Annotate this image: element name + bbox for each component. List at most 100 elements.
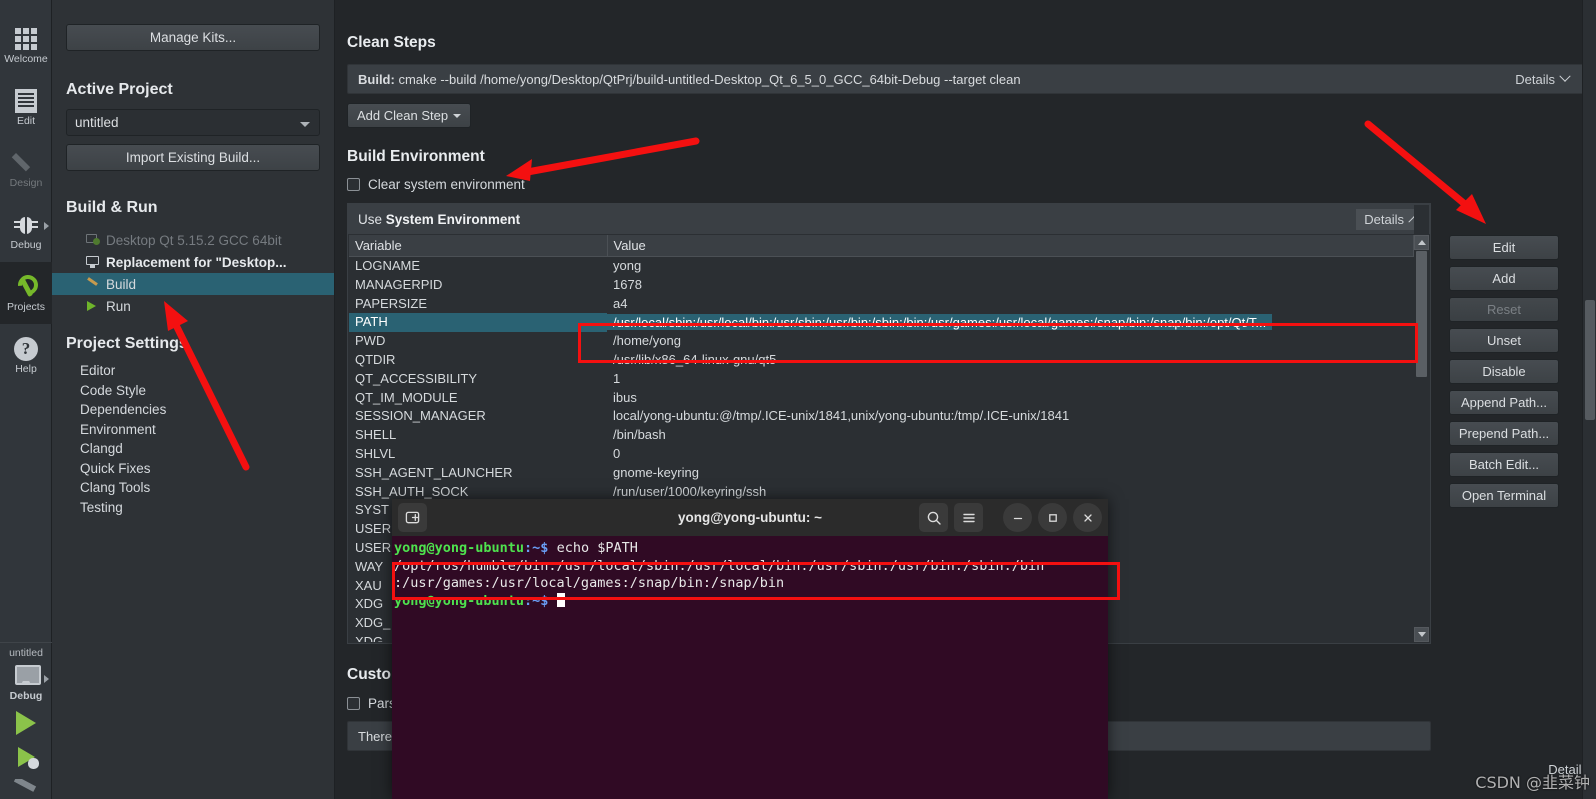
import-existing-build-button[interactable]: Import Existing Build...	[66, 144, 320, 171]
new-tab-icon[interactable]	[398, 503, 427, 532]
environment-table-scrollbar[interactable]	[1414, 205, 1429, 642]
settings-item-testing[interactable]: Testing	[66, 500, 320, 520]
clean-step-details-button[interactable]: Details	[1507, 69, 1577, 90]
mode-item-edit[interactable]: Edit	[0, 76, 52, 138]
table-row[interactable]: QT_ACCESSIBILITY 1	[349, 370, 1414, 389]
env-button-prepend-path[interactable]: Prepend Path...	[1449, 421, 1559, 446]
table-row[interactable]: PATH/usr/local/sbin:/usr/local/bin:/usr/…	[349, 313, 1414, 333]
cell-variable: SESSION_MANAGER	[355, 408, 486, 424]
table-row[interactable]: QT_IM_MODULE ibus	[349, 389, 1414, 408]
cell-value: gnome-keyring	[613, 464, 699, 480]
hamburger-menu-icon[interactable]	[954, 503, 983, 532]
add-clean-step-button[interactable]: Add Clean Step	[347, 103, 472, 128]
qt-creator-window: Welcome Edit Design Debug Projects ? Hel…	[0, 0, 1596, 799]
table-row[interactable]: SESSION_MANAGER local/yong-ubuntu:@/tmp/.…	[349, 407, 1414, 426]
env-button-add[interactable]: Add	[1449, 266, 1559, 291]
env-button-append-path[interactable]: Append Path...	[1449, 390, 1559, 415]
table-row[interactable]: PWD/home/yong	[349, 332, 1414, 351]
tree-label: Run	[106, 298, 131, 314]
settings-item-clangd[interactable]: Clangd	[66, 441, 320, 461]
terminal-titlebar[interactable]: yong@yong-ubuntu: ~	[392, 499, 1108, 536]
environment-details-label: Details	[1364, 211, 1404, 227]
settings-item-quick-fixes[interactable]: Quick Fixes	[66, 461, 320, 481]
terminal-output-line-1: /opt/ros/humble/bin:/usr/local/sbin:/usr…	[394, 557, 1045, 574]
table-row[interactable]: SSH_AGENT_LAUNCHER gnome-keyring	[349, 464, 1414, 483]
table-row[interactable]: QTDIR/usr/lib/x86_64-linux-gnu/qt5	[349, 351, 1414, 370]
clear-system-environment-checkbox[interactable]	[347, 178, 360, 191]
settings-item-environment[interactable]: Environment	[66, 422, 320, 442]
kit-build-config: Debug	[9, 689, 43, 702]
page-scrollbar[interactable]	[1582, 0, 1596, 799]
settings-item-clang-tools[interactable]: Clang Tools	[66, 480, 320, 500]
column-header-value[interactable]: Value	[607, 235, 1414, 257]
manage-kits-button[interactable]: Manage Kits...	[66, 24, 320, 51]
tree-label: Build	[106, 276, 137, 292]
cell-value: /usr/lib/x86_64-linux-gnu/qt5	[613, 351, 777, 367]
run-icon	[16, 711, 36, 735]
build-hammer-icon	[13, 779, 37, 792]
mode-label-help: Help	[15, 362, 37, 375]
tree-item-kit-desktop-qt5[interactable]: Desktop Qt 5.15.2 GCC 64bit	[52, 229, 334, 251]
clear-system-environment-row[interactable]: Clear system environment	[347, 177, 1584, 192]
tree-label: Desktop Qt 5.15.2 GCC 64bit	[106, 232, 282, 248]
tree-item-kit-replacement[interactable]: Replacement for "Desktop...	[52, 251, 334, 273]
close-icon[interactable]	[1073, 503, 1102, 532]
scroll-down-button[interactable]	[1414, 627, 1429, 642]
kit-project-name: untitled	[9, 647, 43, 659]
build-button[interactable]	[12, 779, 40, 795]
mode-label-projects: Projects	[7, 300, 45, 313]
kit-selector-button[interactable]: Debug	[0, 659, 52, 705]
project-settings-pane: Manage Kits... Active Project untitled I…	[52, 0, 335, 799]
run-button[interactable]	[16, 711, 36, 735]
terminal-body[interactable]: yong@yong-ubuntu:~$ echo $PATH /opt/ros/…	[392, 536, 1108, 799]
tree-item-run[interactable]: Run	[52, 295, 334, 317]
question-mark-icon: ?	[13, 336, 39, 362]
chevron-right-icon	[44, 222, 49, 230]
env-button-batch-edit[interactable]: Batch Edit...	[1449, 452, 1559, 477]
env-button-edit[interactable]: Edit	[1449, 235, 1559, 260]
mode-item-welcome[interactable]: Welcome	[0, 14, 52, 76]
mode-item-design[interactable]: Design	[0, 138, 52, 200]
scroll-up-button[interactable]	[1414, 235, 1429, 250]
tree-item-build[interactable]: Build	[52, 273, 334, 295]
table-row[interactable]: SHLVL 0	[349, 445, 1414, 464]
page-scrollbar-thumb[interactable]	[1585, 300, 1595, 420]
terminal-window[interactable]: yong@yong-ubuntu: ~ yong@yong-ubuntu:~$ …	[392, 499, 1108, 799]
mode-item-projects[interactable]: Projects	[0, 262, 52, 324]
env-button-disable[interactable]: Disable	[1449, 359, 1559, 384]
cell-value: /bin/bash	[613, 427, 666, 443]
cell-variable: LOGNAME	[355, 258, 421, 273]
env-button-unset[interactable]: Unset	[1449, 328, 1559, 353]
table-row[interactable]: SHELL/bin/bash	[349, 426, 1414, 445]
search-icon[interactable]	[919, 503, 948, 532]
env-button-open-terminal[interactable]: Open Terminal	[1449, 483, 1559, 508]
cell-variable: PWD	[355, 333, 386, 349]
clean-step-row[interactable]: Build: cmake --build /home/yong/Desktop/…	[347, 64, 1584, 94]
custom-parse-checkbox[interactable]	[347, 697, 360, 710]
table-row[interactable]: LOGNAME yong	[349, 257, 1414, 276]
table-row[interactable]: PAPERSIZE a4	[349, 295, 1414, 314]
mode-item-help[interactable]: ? Help	[0, 324, 52, 386]
scrollbar-thumb[interactable]	[1416, 251, 1427, 377]
maximize-glyph	[1048, 513, 1057, 522]
active-project-value: untitled	[75, 115, 119, 130]
mode-item-debug[interactable]: Debug	[0, 200, 52, 262]
settings-item-dependencies[interactable]: Dependencies	[66, 402, 320, 422]
cell-variable: SHELL	[355, 427, 397, 443]
minimize-icon[interactable]	[1003, 503, 1032, 532]
clean-step-prefix: Build:	[358, 71, 395, 87]
build-and-run-heading: Build & Run	[66, 199, 158, 216]
settings-item-editor[interactable]: Editor	[66, 363, 320, 383]
settings-item-code-style[interactable]: Code Style	[66, 383, 320, 403]
bug-icon	[13, 212, 39, 238]
column-header-variable[interactable]: Variable	[349, 235, 608, 257]
debug-button[interactable]	[17, 747, 39, 769]
active-project-combobox[interactable]: untitled	[66, 109, 320, 136]
table-row[interactable]: MANAGERPID 1678	[349, 276, 1414, 295]
wrench-icon	[13, 274, 39, 300]
cell-value: local/yong-ubuntu:@/tmp/.ICE-unix/1841,u…	[613, 408, 1070, 424]
maximize-icon[interactable]	[1038, 503, 1067, 532]
play-icon	[86, 300, 99, 312]
cell-value: yong	[613, 258, 642, 273]
grid-icon	[13, 26, 39, 52]
